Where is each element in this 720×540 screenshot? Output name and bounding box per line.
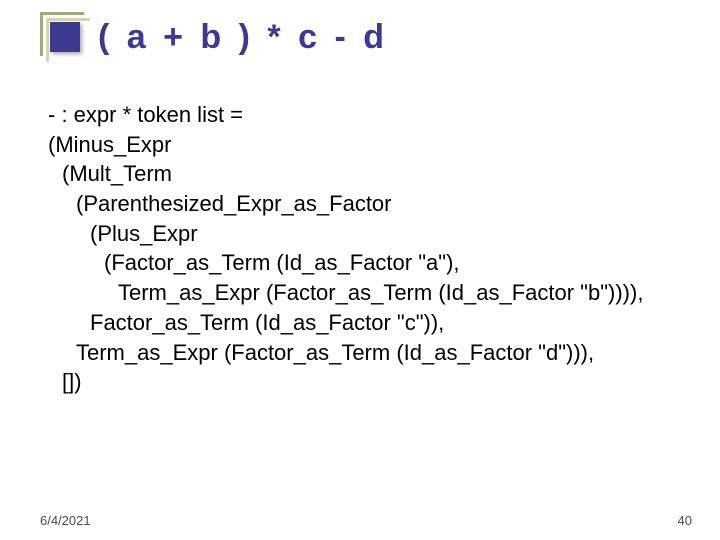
slide-title: ( a + b ) * c - d	[98, 18, 388, 57]
footer-date: 6/4/2021	[40, 513, 91, 528]
body-line: Factor_as_Term (Id_as_Factor "c")),	[90, 308, 688, 338]
body-line: Term_as_Expr (Factor_as_Term (Id_as_Fact…	[118, 278, 688, 308]
slide-body: - : expr * token list =(Minus_Expr(Mult_…	[48, 100, 688, 397]
body-line: (Factor_as_Term (Id_as_Factor "a"),	[104, 248, 688, 278]
body-line: [])	[62, 367, 688, 397]
body-line: Term_as_Expr (Factor_as_Term (Id_as_Fact…	[76, 338, 688, 368]
body-line: (Minus_Expr	[48, 130, 688, 160]
footer-page-number: 40	[678, 513, 692, 528]
box-fill-icon	[50, 22, 80, 52]
body-line: (Mult_Term	[62, 159, 688, 189]
body-line: - : expr * token list =	[48, 100, 688, 130]
body-line: (Parenthesized_Expr_as_Factor	[76, 189, 688, 219]
slide-title-region: ( a + b ) * c - d	[40, 12, 680, 72]
body-line: (Plus_Expr	[90, 219, 688, 249]
title-decorative-box	[40, 12, 84, 56]
